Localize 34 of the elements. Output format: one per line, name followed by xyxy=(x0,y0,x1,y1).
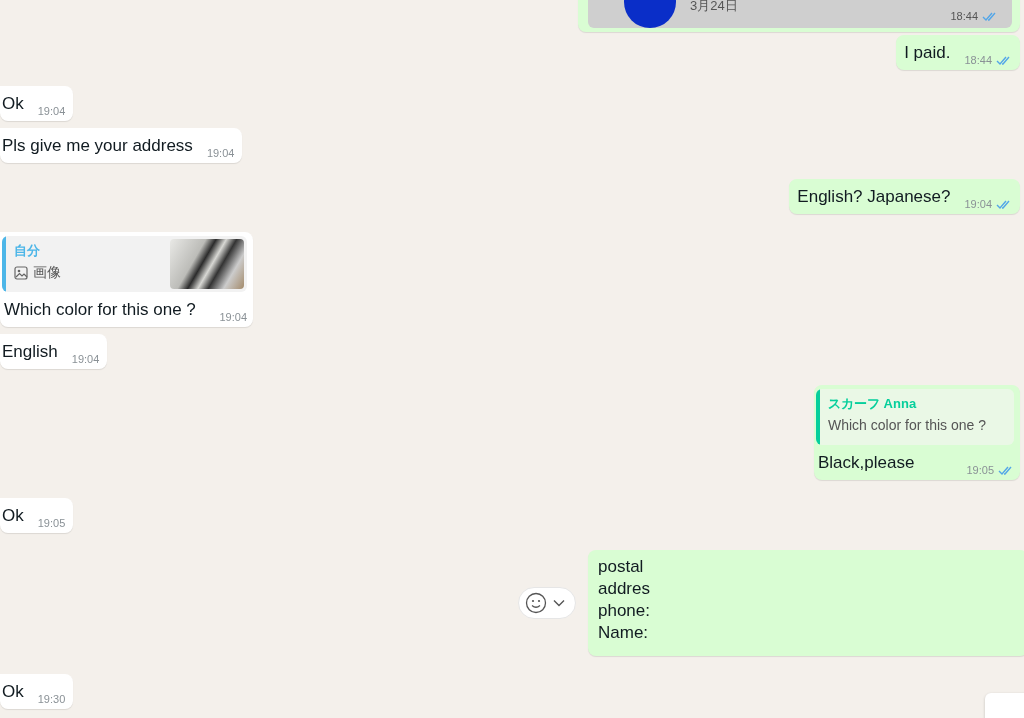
message-time: 19:04 xyxy=(206,147,235,159)
quote-text: 画像 xyxy=(33,264,61,282)
message-time: 19:05 xyxy=(966,464,994,476)
message-text: English xyxy=(2,341,58,363)
reaction-button[interactable] xyxy=(518,587,576,619)
message-time: 19:04 xyxy=(71,353,100,365)
message-text-line: phone: xyxy=(598,600,651,622)
quoted-message[interactable]: スカーフ Anna Which color for this one ? xyxy=(816,389,1014,445)
message-text: I paid. xyxy=(904,42,951,64)
chevron-down-icon xyxy=(553,599,565,607)
smiley-icon xyxy=(525,592,547,614)
message-text: Which color for this one ? xyxy=(4,299,196,321)
message-time: 19:30 xyxy=(37,693,66,705)
message-time: 18:44 xyxy=(964,54,992,66)
message-time: 18:44 xyxy=(950,10,978,22)
card-date: 3月24日 xyxy=(690,0,739,15)
quote-author: 自分 xyxy=(14,242,41,260)
message-text: Ok xyxy=(2,93,24,115)
message-text: Ok xyxy=(2,505,24,527)
quote-text: Which color for this one ? xyxy=(828,417,986,433)
message-text-line: postal xyxy=(598,556,645,578)
message-text: English? Japanese? xyxy=(797,186,951,208)
quote-author: スカーフ Anna xyxy=(828,395,918,413)
message-time: 19:04 xyxy=(964,198,992,210)
message-time: 19:05 xyxy=(37,517,66,529)
message-text-line: Name: xyxy=(598,622,650,644)
image-icon xyxy=(14,266,28,280)
message-time: 19:04 xyxy=(37,105,66,117)
message-text: Pls give me your address xyxy=(2,135,193,157)
quoted-message[interactable]: 自分 画像 xyxy=(2,236,247,292)
message-text: Ok xyxy=(2,681,24,703)
message-text-line: addres xyxy=(598,578,651,600)
message-time: 19:04 xyxy=(219,311,247,323)
message-text: Black,please xyxy=(818,452,915,474)
